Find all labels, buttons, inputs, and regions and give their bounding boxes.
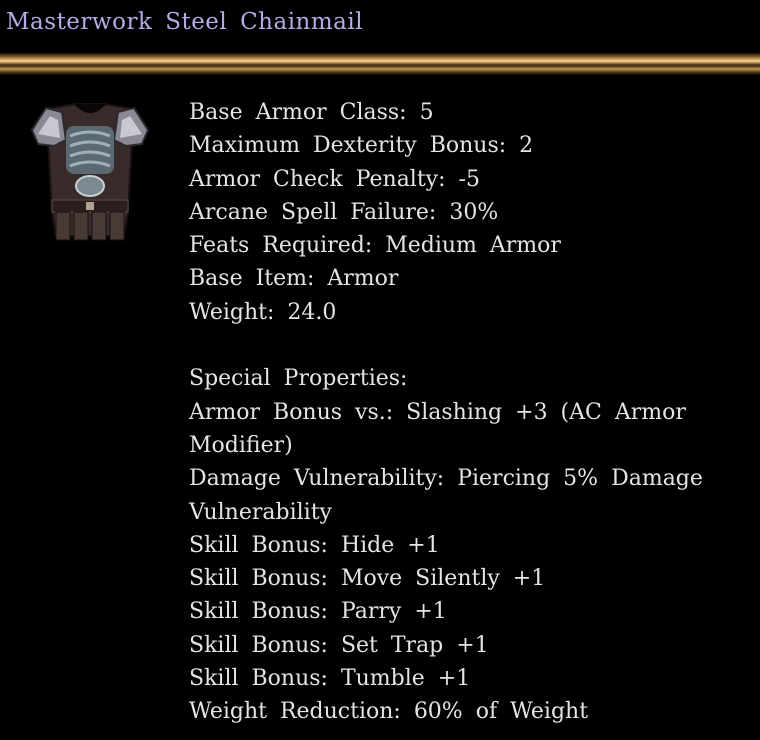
special-property-line: Armor Bonus vs.: Slashing +3 (AC Armor [189, 399, 686, 425]
special-property-line: Skill Bonus: Move Silently +1 [189, 566, 546, 592]
special-property-line: Skill Bonus: Hide +1 [189, 532, 440, 558]
stat-base-item: Base Item: Armor [189, 266, 399, 292]
special-property-line: Skill Bonus: Tumble +1 [189, 666, 471, 692]
stat-arcane-spell-failure: Arcane Spell Failure: 30% [189, 199, 499, 225]
chainmail-armor-icon [28, 100, 152, 320]
special-property-line: Vulnerability [189, 499, 332, 525]
title-divider [0, 53, 760, 75]
stat-max-dex-bonus: Maximum Dexterity Bonus: 2 [189, 133, 534, 159]
item-properties: Base Armor Class: 5 Maximum Dexterity Bo… [189, 96, 749, 729]
stat-base-armor-class: Base Armor Class: 5 [189, 100, 434, 125]
special-property-line: Skill Bonus: Parry +1 [189, 599, 447, 625]
special-property-line: Skill Bonus: Set Trap +1 [189, 632, 489, 658]
special-properties-heading: Special Properties: [189, 366, 408, 392]
stat-weight: Weight: 24.0 [189, 299, 337, 325]
special-property-line: Weight Reduction: 60% of Weight [189, 699, 589, 725]
item-name-title: Masterwork Steel Chainmail [6, 9, 364, 35]
title-bar: Masterwork Steel Chainmail [0, 0, 760, 52]
special-property-line: Modifier) [189, 432, 293, 458]
properties-spacer [189, 329, 749, 362]
stat-feats-required: Feats Required: Medium Armor [189, 233, 561, 259]
stat-armor-check-penalty: Armor Check Penalty: -5 [189, 166, 480, 192]
special-property-line: Damage Vulnerability: Piercing 5% Damage [189, 466, 703, 492]
